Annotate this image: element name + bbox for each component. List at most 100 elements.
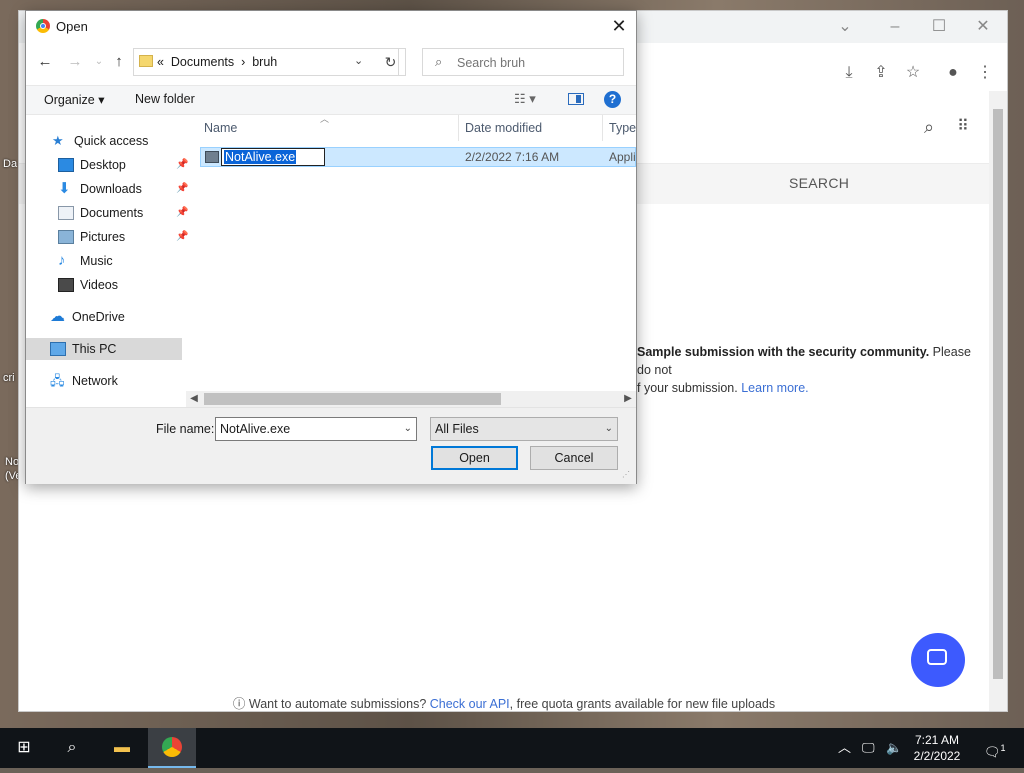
address-bar[interactable]: « Documents › bruh ⌄ [133, 48, 399, 76]
bookmark-star-icon[interactable]: ☆ [903, 63, 923, 83]
pin-icon: 📌 [176, 159, 189, 170]
forward-arrow-icon[interactable]: → [66, 52, 84, 72]
apps-grid-icon[interactable]: ⠿ [953, 117, 973, 137]
document-icon [58, 206, 74, 220]
volume-muted-icon[interactable]: 🔈 [886, 728, 902, 768]
automation-notice: ⓘ Want to automate submissions? Check ou… [19, 693, 989, 711]
minimize-button[interactable]: – [879, 15, 911, 39]
scroll-left-icon[interactable]: ◀ [186, 391, 202, 407]
file-list: Name ︿ Date modified Type NotAlive.exe 2… [198, 114, 636, 405]
pin-icon: 📌 [176, 183, 189, 194]
desktop-icon [58, 158, 74, 172]
navigation-bar: ← → ⌄ ↑ « Documents › bruh ⌄ ↻ ⌕ [26, 43, 636, 83]
file-name-value: NotAlive.exe [220, 422, 291, 436]
sidebar-item-downloads[interactable]: ⬇ Downloads 📌 [58, 178, 188, 200]
cloud-icon: ☁ [50, 308, 65, 325]
breadcrumb-documents[interactable]: Documents [171, 55, 234, 69]
cancel-button[interactable]: Cancel [530, 446, 618, 470]
refresh-icon[interactable]: ↻ [376, 48, 406, 76]
rename-input[interactable]: NotAlive.exe [221, 148, 325, 166]
sidebar-item-this-pc[interactable]: This PC [26, 338, 182, 360]
show-hidden-icons-icon[interactable]: ︿ [838, 728, 851, 768]
breadcrumb-separator[interactable]: › [241, 55, 245, 69]
search-icon[interactable]: ⌕ [48, 728, 96, 768]
sidebar-item-quick-access[interactable]: ★ Quick access [52, 130, 182, 152]
executable-file-icon [205, 151, 219, 163]
sidebar-item-network[interactable]: 🖧 Network [50, 370, 184, 392]
navigation-pane: ★ Quick access Desktop 📌 ⬇ Downloads 📌 D… [26, 115, 188, 405]
resize-grip-icon[interactable]: ⋰ [622, 470, 630, 479]
page-scrollbar[interactable] [989, 91, 1007, 711]
dialog-titlebar: Open ✕ [26, 11, 636, 42]
chrome-menu-icon[interactable]: ⋮ [975, 63, 995, 83]
chat-button[interactable] [911, 633, 965, 687]
table-row[interactable]: NotAlive.exe 2/2/2022 7:16 AM Appli [200, 147, 636, 167]
open-button[interactable]: Open [431, 446, 518, 470]
close-icon[interactable]: ✕ [606, 15, 632, 39]
tab-search-label: SEARCH [789, 175, 850, 191]
sidebar-item-videos[interactable]: Videos [58, 274, 184, 296]
search-box[interactable]: ⌕ [422, 48, 624, 76]
organize-button[interactable]: Organize ▾ [44, 92, 104, 107]
close-window-button[interactable]: ✕ [967, 15, 999, 39]
desktop-label: No [5, 456, 20, 468]
folder-icon [139, 55, 153, 67]
sort-ascending-icon: ︿ [320, 114, 330, 124]
notification-center-icon[interactable]: 🗨1 [984, 728, 1006, 768]
pin-icon: 📌 [176, 231, 189, 242]
scrollbar-thumb[interactable] [993, 109, 1003, 679]
address-dropdown-icon[interactable]: ⌄ [354, 54, 363, 67]
horizontal-scrollbar[interactable]: ◀ ▶ [186, 391, 636, 407]
pin-icon: 📌 [176, 207, 189, 218]
breadcrumb-overflow[interactable]: « [157, 55, 164, 69]
up-arrow-icon[interactable]: ↑ [110, 52, 128, 72]
check-api-link[interactable]: Check our API [430, 697, 510, 711]
chrome-taskbar-icon[interactable] [148, 728, 196, 768]
tab-search-icon[interactable]: ⌄ [829, 15, 861, 39]
sidebar-item-pictures[interactable]: Pictures 📌 [58, 226, 188, 248]
maximize-button[interactable]: ☐ [923, 15, 955, 39]
learn-more-link[interactable]: Learn more. [741, 381, 808, 395]
column-header-date[interactable]: Date modified [459, 115, 603, 141]
sample-notice-bold: Sample submission with the security comm… [637, 345, 930, 359]
recent-locations-chevron-icon[interactable]: ⌄ [90, 52, 108, 72]
column-header-type[interactable]: Type [603, 115, 636, 141]
change-view-icon[interactable]: ☷ ▾ [514, 91, 536, 107]
footer-text-end: , free quota grants available for new fi… [509, 697, 776, 711]
sidebar-item-music[interactable]: ♪ Music [58, 250, 184, 272]
search-icon: ⌕ [435, 54, 443, 69]
start-windows-icon[interactable]: ⊞ [0, 728, 48, 768]
share-icon[interactable]: ⇪ [871, 63, 891, 83]
sidebar-item-onedrive[interactable]: ☁ OneDrive [50, 306, 184, 328]
breadcrumb-bruh[interactable]: bruh [252, 55, 277, 69]
pictures-icon [58, 230, 74, 244]
info-icon: ⓘ [232, 697, 249, 711]
search-icon[interactable]: ⌕ [919, 117, 939, 137]
scrollbar-thumb[interactable] [204, 393, 501, 405]
help-icon[interactable]: ? [604, 91, 621, 108]
clock-date: 2/2/2022 [913, 749, 961, 763]
sidebar-item-label: Videos [80, 278, 118, 292]
search-input[interactable] [455, 53, 619, 73]
preview-pane-icon[interactable] [568, 93, 584, 105]
star-icon: ★ [52, 133, 64, 148]
system-clock[interactable]: 7:21 AM 2/2/2022 [905, 732, 969, 764]
column-header-name[interactable]: Name ︿ [198, 114, 459, 141]
back-arrow-icon[interactable]: ← [36, 52, 54, 72]
desktop-label: cri [3, 372, 15, 384]
file-type-select[interactable]: All Files ⌄ [430, 417, 618, 441]
sidebar-item-documents[interactable]: Documents 📌 [58, 202, 188, 224]
chevron-down-icon[interactable]: ⌄ [404, 418, 412, 440]
file-explorer-icon[interactable]: ▬ [98, 728, 146, 768]
notification-count: 1 [1000, 743, 1006, 753]
profile-avatar-icon[interactable]: ● [943, 63, 963, 83]
chrome-logo-icon [162, 737, 182, 757]
sidebar-item-desktop[interactable]: Desktop 📌 [58, 154, 188, 176]
scroll-right-icon[interactable]: ▶ [620, 391, 636, 407]
new-folder-button[interactable]: New folder [135, 92, 195, 106]
desktop-label: Da [3, 158, 18, 170]
network-status-icon[interactable]: 🖵 [862, 728, 875, 768]
chevron-down-icon: ⌄ [604, 423, 613, 434]
file-name-field[interactable]: NotAlive.exe ⌄ [215, 417, 417, 441]
install-icon[interactable]: ⤓ [839, 63, 859, 83]
